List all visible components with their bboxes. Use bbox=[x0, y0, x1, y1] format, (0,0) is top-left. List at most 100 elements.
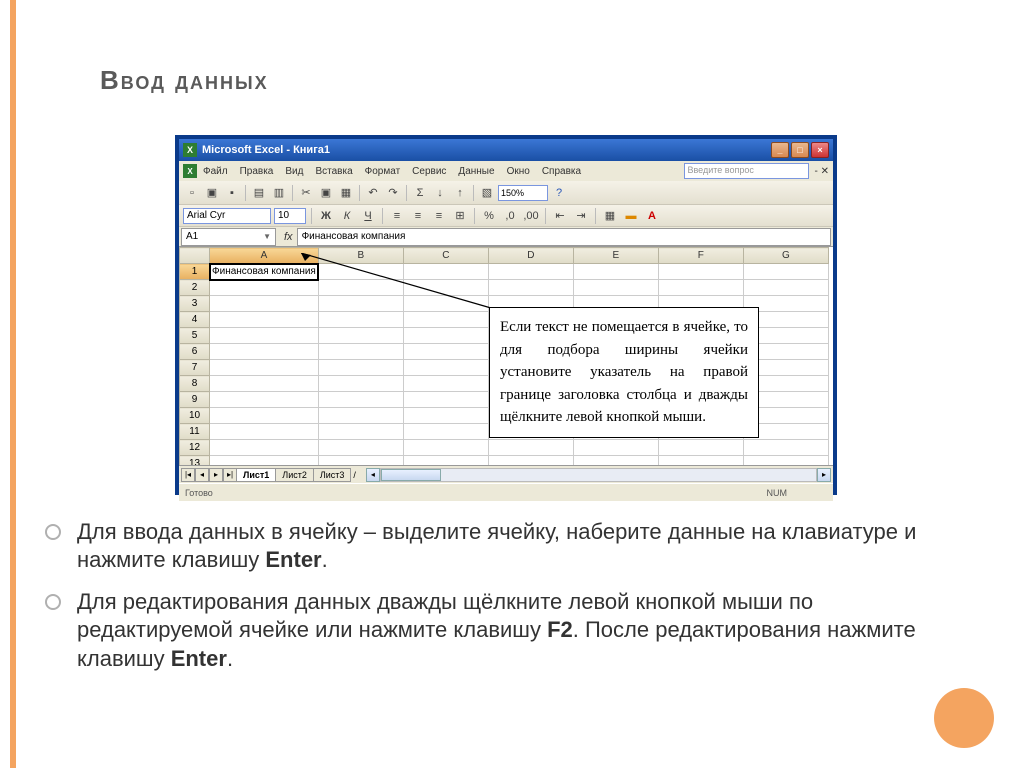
row-header[interactable]: 8 bbox=[180, 376, 210, 392]
cell[interactable] bbox=[210, 424, 319, 440]
select-all-corner[interactable] bbox=[180, 248, 210, 264]
italic-icon[interactable]: К bbox=[338, 207, 356, 225]
save-icon[interactable]: ▪ bbox=[223, 184, 241, 202]
cell[interactable] bbox=[743, 280, 828, 296]
spreadsheet-grid[interactable]: A B C D E F G 1 Финансовая компания 2 3 … bbox=[179, 247, 833, 465]
cell[interactable] bbox=[318, 264, 403, 280]
help-search-input[interactable]: Введите вопрос bbox=[684, 163, 809, 179]
cell[interactable] bbox=[210, 280, 319, 296]
cell[interactable] bbox=[403, 296, 488, 312]
cell[interactable] bbox=[658, 264, 743, 280]
col-header-g[interactable]: G bbox=[743, 248, 828, 264]
cell[interactable] bbox=[403, 312, 488, 328]
cell[interactable] bbox=[488, 456, 573, 466]
row-header[interactable]: 4 bbox=[180, 312, 210, 328]
tab-last-icon[interactable]: ▸| bbox=[223, 468, 237, 482]
row-header[interactable]: 10 bbox=[180, 408, 210, 424]
row-header-1[interactable]: 1 bbox=[180, 264, 210, 280]
sheet-tab-3[interactable]: Лист3 bbox=[313, 468, 352, 482]
currency-icon[interactable]: % bbox=[480, 207, 498, 225]
cell[interactable] bbox=[318, 408, 403, 424]
col-header-a[interactable]: A bbox=[210, 248, 319, 264]
font-select[interactable]: Arial Cyr bbox=[183, 208, 271, 224]
cell[interactable] bbox=[210, 456, 319, 466]
cell[interactable] bbox=[318, 360, 403, 376]
cell[interactable] bbox=[318, 376, 403, 392]
cell[interactable] bbox=[318, 456, 403, 466]
fx-icon[interactable]: fx bbox=[284, 231, 293, 243]
cell[interactable] bbox=[318, 312, 403, 328]
row-header[interactable]: 11 bbox=[180, 424, 210, 440]
excel-doc-icon[interactable]: X bbox=[183, 164, 197, 178]
row-header[interactable]: 12 bbox=[180, 440, 210, 456]
menu-format[interactable]: Формат bbox=[365, 166, 401, 177]
scroll-left-icon[interactable]: ◂ bbox=[366, 468, 380, 482]
cell[interactable] bbox=[573, 440, 658, 456]
cell[interactable] bbox=[403, 360, 488, 376]
font-color-icon[interactable]: A bbox=[643, 207, 661, 225]
cell[interactable] bbox=[210, 408, 319, 424]
cell[interactable] bbox=[403, 376, 488, 392]
col-header-e[interactable]: E bbox=[573, 248, 658, 264]
close-button[interactable]: × bbox=[811, 142, 829, 158]
help-icon[interactable]: ? bbox=[550, 184, 568, 202]
tab-next-icon[interactable]: ▸ bbox=[209, 468, 223, 482]
cell-a1[interactable]: Финансовая компания bbox=[210, 264, 319, 280]
align-center-icon[interactable]: ≡ bbox=[409, 207, 427, 225]
cell[interactable] bbox=[658, 456, 743, 466]
cell[interactable] bbox=[210, 360, 319, 376]
font-size-select[interactable]: 10 bbox=[274, 208, 306, 224]
cell[interactable] bbox=[318, 344, 403, 360]
cell[interactable] bbox=[573, 264, 658, 280]
row-header[interactable]: 7 bbox=[180, 360, 210, 376]
cell[interactable] bbox=[403, 424, 488, 440]
cell[interactable] bbox=[743, 440, 828, 456]
print-icon[interactable]: ▤ bbox=[250, 184, 268, 202]
scroll-right-icon[interactable]: ▸ bbox=[817, 468, 831, 482]
cell[interactable] bbox=[658, 440, 743, 456]
col-header-f[interactable]: F bbox=[658, 248, 743, 264]
cell[interactable] bbox=[573, 280, 658, 296]
fill-color-icon[interactable]: ▬ bbox=[622, 207, 640, 225]
cell[interactable] bbox=[488, 264, 573, 280]
decimal-dec-icon[interactable]: ,00 bbox=[522, 207, 540, 225]
bold-icon[interactable]: Ж bbox=[317, 207, 335, 225]
cell[interactable] bbox=[318, 440, 403, 456]
cut-icon[interactable]: ✂ bbox=[297, 184, 315, 202]
decimal-inc-icon[interactable]: ,0 bbox=[501, 207, 519, 225]
cell[interactable] bbox=[210, 312, 319, 328]
cell[interactable] bbox=[403, 344, 488, 360]
cell[interactable] bbox=[488, 280, 573, 296]
row-header[interactable]: 6 bbox=[180, 344, 210, 360]
open-icon[interactable]: ▣ bbox=[203, 184, 221, 202]
cell[interactable] bbox=[403, 264, 488, 280]
zoom-input[interactable]: 150% bbox=[498, 185, 548, 201]
cell[interactable] bbox=[573, 456, 658, 466]
tab-prev-icon[interactable]: ◂ bbox=[195, 468, 209, 482]
col-header-d[interactable]: D bbox=[488, 248, 573, 264]
cell[interactable] bbox=[210, 296, 319, 312]
cell[interactable] bbox=[318, 392, 403, 408]
cell[interactable] bbox=[403, 392, 488, 408]
doc-close-button[interactable]: - ✕ bbox=[815, 166, 830, 177]
menu-data[interactable]: Данные bbox=[458, 166, 494, 177]
underline-icon[interactable]: Ч bbox=[359, 207, 377, 225]
maximize-button[interactable]: □ bbox=[791, 142, 809, 158]
indent-dec-icon[interactable]: ⇤ bbox=[551, 207, 569, 225]
cell[interactable] bbox=[403, 328, 488, 344]
borders-icon[interactable]: ▦ bbox=[601, 207, 619, 225]
cell[interactable] bbox=[210, 344, 319, 360]
copy-icon[interactable]: ▣ bbox=[317, 184, 335, 202]
formula-input[interactable]: Финансовая компания bbox=[297, 228, 831, 246]
cell[interactable] bbox=[318, 424, 403, 440]
indent-inc-icon[interactable]: ⇥ bbox=[572, 207, 590, 225]
horizontal-scrollbar[interactable]: ◂ ▸ bbox=[366, 468, 831, 482]
menu-window[interactable]: Окно bbox=[507, 166, 530, 177]
sort-asc-icon[interactable]: ↓ bbox=[431, 184, 449, 202]
autosum-icon[interactable]: Σ bbox=[411, 184, 429, 202]
name-box[interactable]: A1 ▼ bbox=[181, 228, 276, 246]
scroll-thumb[interactable] bbox=[381, 469, 441, 481]
row-header[interactable]: 9 bbox=[180, 392, 210, 408]
preview-icon[interactable]: ▥ bbox=[270, 184, 288, 202]
merge-icon[interactable]: ⊞ bbox=[451, 207, 469, 225]
